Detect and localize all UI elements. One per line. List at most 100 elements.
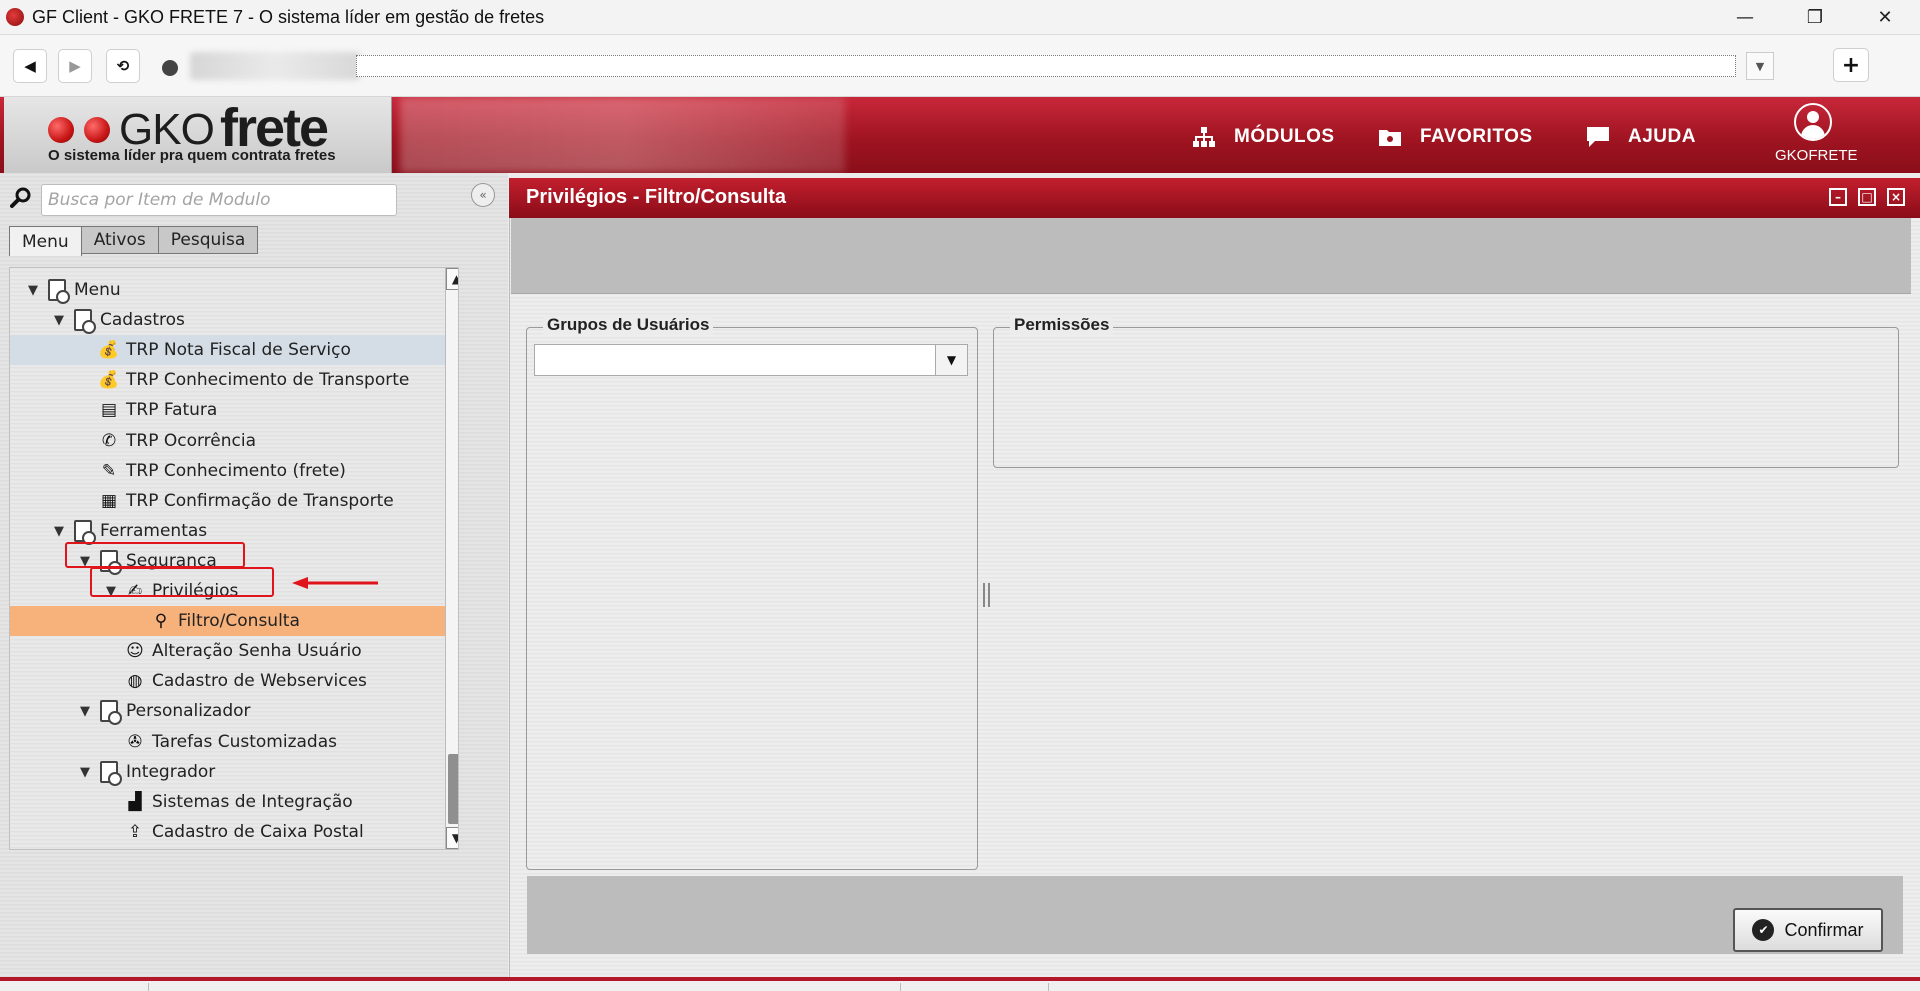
permissions-fieldset (993, 327, 1899, 468)
phone-icon: ✆ (101, 431, 117, 451)
permissions-legend: Permissões (1010, 315, 1114, 335)
user-menu[interactable]: GKOFRETE (1775, 101, 1858, 169)
tree-item-label: TRP Conhecimento de Transporte (126, 370, 410, 390)
tree-item[interactable]: ⚲ Filtro/Consulta (10, 606, 446, 636)
tree-item[interactable]: ⇪ Cadastro de Caixa Postal (10, 817, 446, 847)
tree-item[interactable]: ▼ Personalizador (10, 696, 446, 726)
window-title: GF Client - GKO FRETE 7 - O sistema líde… (32, 6, 545, 27)
groups-select[interactable] (534, 344, 968, 376)
expand-arrow-icon[interactable]: ▼ (52, 524, 66, 539)
folder-icon (72, 309, 96, 334)
forward-button[interactable]: ▶ (58, 49, 92, 83)
sidebar-tabs: Menu Ativos Pesquisa (9, 226, 259, 256)
folder-star-icon (1378, 125, 1402, 149)
logo-dot-icon (84, 117, 110, 143)
folder-icon (98, 700, 122, 725)
tree-item[interactable]: ✎ TRP Conhecimento (frete) (10, 456, 446, 486)
tree-item-label: Integrador (126, 762, 216, 782)
minimize-button[interactable]: — (1710, 0, 1780, 35)
clipboard-icon: ▦ (100, 491, 118, 511)
tree-item-label: Cadastro de Caixa Postal (152, 822, 364, 842)
expand-arrow-icon[interactable]: ▼ (52, 313, 66, 328)
module-search-input[interactable] (41, 184, 397, 216)
tab-ativos[interactable]: Ativos (80, 226, 159, 254)
groups-legend: Grupos de Usuários (543, 315, 714, 335)
tree-item[interactable]: ◍ Cadastro de Webservices (10, 666, 446, 696)
main-close-button[interactable]: × (1887, 188, 1905, 206)
header-menu-label: AJUDA (1628, 126, 1696, 147)
tree-item[interactable]: ▼ Menu (10, 275, 446, 305)
invoice-icon: ▤ (100, 400, 118, 420)
scroll-down-button[interactable]: ▼ (446, 827, 458, 849)
tree-item[interactable]: ☺ Alteração Senha Usuário (10, 636, 446, 666)
confirm-button[interactable]: ✔ Confirmar (1733, 908, 1883, 952)
tree-item-label: Cadastro de Webservices (152, 671, 367, 691)
expand-arrow-icon[interactable]: ▼ (26, 283, 40, 298)
expand-arrow-icon[interactable]: ▼ (78, 765, 92, 780)
tree-item-label: TRP Conhecimento (frete) (126, 461, 346, 481)
groups-dropdown-button[interactable]: ▼ (935, 345, 967, 375)
restore-button[interactable]: ❐ (1780, 0, 1850, 35)
address-dropdown-button[interactable]: ▼ (1746, 52, 1774, 80)
header-menu-modulos[interactable]: MÓDULOS (1192, 125, 1335, 149)
main-maximize-button[interactable]: □ (1858, 188, 1876, 206)
scroll-up-button[interactable]: ▲ (446, 268, 458, 290)
tree-item[interactable]: ▼ Integrador (10, 757, 446, 787)
logo-dot-icon (48, 117, 74, 143)
folder-icon (46, 279, 70, 304)
header-menu-ajuda[interactable]: AJUDA (1586, 125, 1696, 149)
header-menu-favoritos[interactable]: FAVORITOS (1378, 125, 1533, 149)
confirm-label: Confirmar (1784, 919, 1864, 940)
tab-menu[interactable]: Menu (9, 226, 82, 256)
scroll-thumb[interactable] (448, 754, 458, 824)
expand-arrow-icon[interactable]: ▼ (78, 704, 92, 719)
logo-tagline: O sistema líder pra quem contrata fretes (48, 147, 336, 164)
search-icon (10, 187, 31, 208)
groups-fieldset (526, 327, 978, 870)
tree-item[interactable]: ✆ TRP Ocorrência (10, 426, 446, 456)
tree-item[interactable]: ▦ TRP Confirmação de Transporte (10, 486, 446, 516)
annotation-arrow-icon (292, 577, 378, 589)
tree-item-label: Filtro/Consulta (178, 611, 300, 631)
main-window-title: Privilégios - Filtro/Consulta (526, 186, 787, 208)
window-titlebar: GF Client - GKO FRETE 7 - O sistema líde… (0, 0, 1920, 35)
tree-item[interactable]: ▟ Sistemas de Integração (10, 787, 446, 817)
status-bar (0, 977, 1920, 991)
address-redacted (190, 52, 360, 80)
main-minimize-button[interactable]: – (1829, 188, 1847, 206)
tree-item[interactable]: ▤ TRP Fatura (10, 395, 446, 425)
address-bar[interactable] (190, 52, 1746, 80)
money-bag-icon: 💰 (98, 340, 120, 360)
tree-item[interactable]: 💰 TRP Conhecimento de Transporte (10, 365, 446, 395)
money-bag-icon: 💰 (98, 370, 120, 390)
user-name: GKOFRETE (1775, 147, 1858, 164)
tree-item[interactable]: ▮Caixa Postal (10, 847, 446, 849)
panel-splitter[interactable] (983, 583, 990, 607)
brand-logo[interactable]: GKO frete O sistema líder pra quem contr… (4, 97, 392, 173)
tree-item-label: Cadastros (100, 310, 185, 330)
avatar-icon (1794, 103, 1832, 141)
annotation-highlight-seguranca (65, 542, 245, 568)
tree-item[interactable]: ✇ Tarefas Customizadas (10, 727, 446, 757)
header-redacted-area (400, 97, 845, 173)
tree-item-label: Menu (74, 280, 121, 300)
folder-icon (72, 520, 96, 545)
pin-icon: ✇ (127, 732, 143, 752)
tree-item[interactable]: ▼ Cadastros (10, 305, 446, 335)
inbox-upload-icon: ⇪ (127, 822, 143, 842)
folder-icon (98, 761, 122, 786)
collapse-sidebar-button[interactable]: « (471, 183, 495, 207)
back-button[interactable]: ◀ (13, 49, 47, 83)
new-tab-button[interactable]: + (1833, 48, 1869, 82)
tree-item[interactable]: 💰 TRP Nota Fiscal de Serviço (10, 335, 446, 365)
close-window-button[interactable]: ✕ (1850, 0, 1920, 35)
tree-scrollbar[interactable]: ▲ ▼ (445, 268, 458, 849)
header-menu-label: FAVORITOS (1420, 126, 1533, 147)
header-menu-label: MÓDULOS (1234, 126, 1335, 147)
address-input[interactable] (356, 55, 1736, 77)
search-icon: ⚲ (154, 611, 168, 631)
refresh-button[interactable]: ⟲ (106, 49, 140, 83)
tab-pesquisa[interactable]: Pesquisa (157, 226, 259, 254)
tree-item-label: TRP Fatura (126, 400, 218, 420)
tree-item-label: TRP Nota Fiscal de Serviço (126, 340, 351, 360)
